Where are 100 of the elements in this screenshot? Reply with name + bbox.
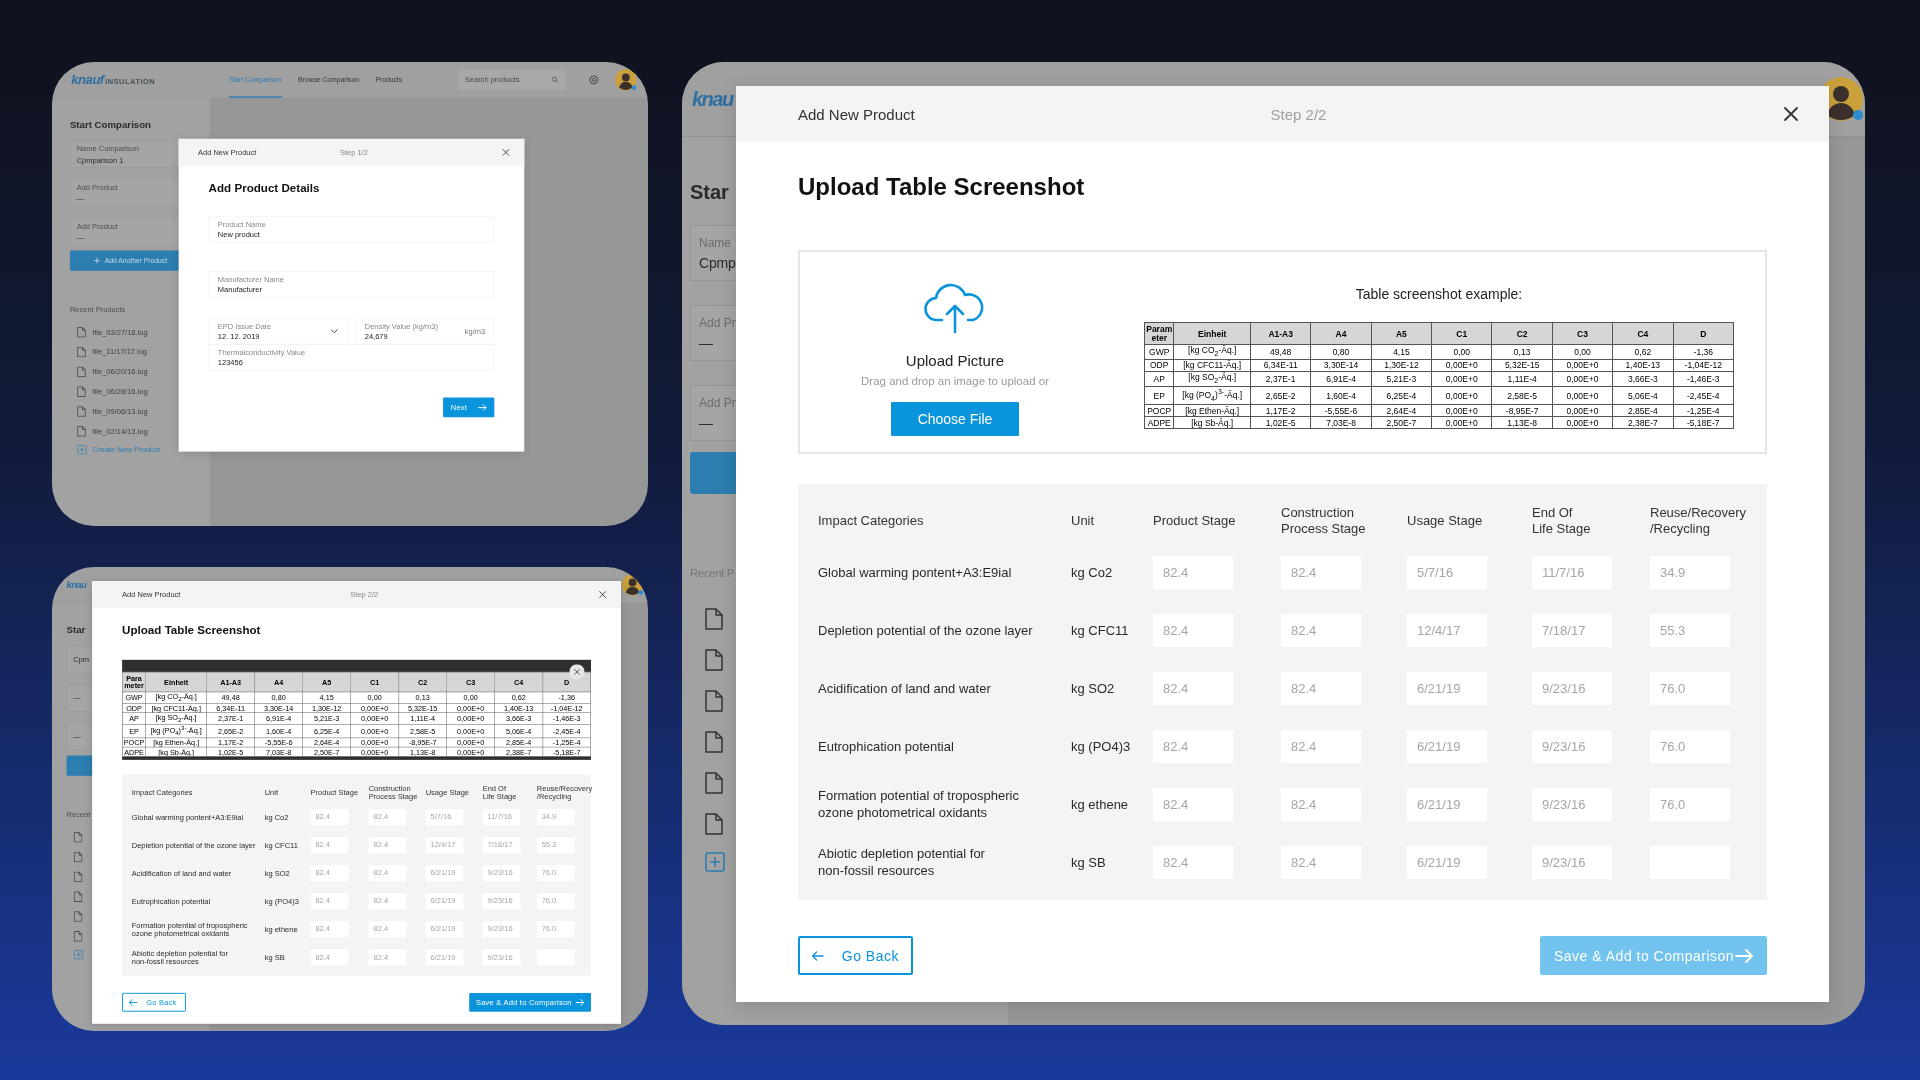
value-field[interactable]: 11/7/16 xyxy=(1532,555,1612,589)
value-field[interactable]: 6/21/19 xyxy=(1407,729,1487,763)
value-field[interactable]: 12/4/17 xyxy=(1407,613,1487,647)
value-field[interactable]: 6/21/19 xyxy=(1407,787,1487,821)
table-cell: kg CFC11 xyxy=(1071,621,1129,639)
column-header: Impact Categories xyxy=(818,512,924,529)
value-field[interactable]: 6/21/19 xyxy=(1407,671,1487,705)
table-cell: 1,13E-8 xyxy=(1491,416,1553,429)
value-field[interactable]: 76.0 xyxy=(1650,729,1730,763)
field-value: — xyxy=(699,414,713,431)
value-field[interactable]: 82.4 xyxy=(1281,555,1361,589)
table-cell: 1,40E-13 xyxy=(1612,359,1674,372)
avatar-icon[interactable] xyxy=(620,573,645,597)
table-cell: 1,17E-2 xyxy=(1250,404,1311,417)
value-field[interactable]: 82.4 xyxy=(1281,729,1361,763)
value-field[interactable]: 82.4 xyxy=(1153,787,1233,821)
table-cell: 2,85E-4 xyxy=(1612,404,1674,417)
back-button[interactable]: Go Back xyxy=(798,936,913,975)
value-field[interactable]: 82.4 xyxy=(1153,555,1233,589)
file-icon[interactable] xyxy=(705,648,723,671)
table-cell: EP xyxy=(1144,386,1174,405)
value-field[interactable]: 82.4 xyxy=(1281,671,1361,705)
table-cell: 0,80 xyxy=(1310,344,1372,360)
file-icon[interactable] xyxy=(705,689,723,712)
value-field[interactable]: 9/23/16 xyxy=(1532,845,1612,879)
value-field[interactable]: 34.9 xyxy=(1650,555,1730,589)
table-cell: AP xyxy=(1144,371,1174,387)
add-icon[interactable] xyxy=(705,852,725,872)
upload-hint: Drag and drop an image to upload or xyxy=(861,374,1049,388)
table-cell: -1,46E-3 xyxy=(1673,371,1734,387)
file-icon[interactable] xyxy=(705,730,723,753)
table-cell: 0,00E+0 xyxy=(1552,416,1613,429)
value-field[interactable]: 6/21/19 xyxy=(1407,845,1487,879)
table-cell: 1,30E-12 xyxy=(1371,359,1432,372)
value-field[interactable]: 9/23/16 xyxy=(1532,671,1612,705)
table-cell: 0,00E+0 xyxy=(1431,416,1492,429)
table-cell: Depletion potential of the ozone layer xyxy=(818,621,1033,639)
modal-heading: Upload Table Screenshot xyxy=(122,623,261,637)
table-cell: 6,91E-4 xyxy=(1310,371,1372,387)
table-cell: 2,50E-7 xyxy=(1371,416,1432,429)
value-field[interactable]: 82.4 xyxy=(1281,613,1361,647)
modal-title: Add New Product xyxy=(798,105,915,123)
table-cell: GWP xyxy=(1144,344,1174,360)
sidebar-title: Start Comparison xyxy=(69,119,151,131)
value-field[interactable]: 9/23/16 xyxy=(1532,787,1612,821)
close-icon[interactable] xyxy=(569,664,585,680)
table-cell: -2,45E-4 xyxy=(1673,386,1734,405)
value-field[interactable]: 76.0 xyxy=(1650,671,1730,705)
column-header: A1-A3 xyxy=(1250,322,1311,345)
table-cell: 2,65E-2 xyxy=(1250,386,1311,405)
file-icon[interactable] xyxy=(705,771,723,794)
value-field[interactable]: 82.4 xyxy=(1281,787,1361,821)
choose-file-button[interactable]: Choose File xyxy=(891,402,1019,436)
table-cell: 0,00E+0 xyxy=(1431,371,1492,387)
column-header: Reuse/Recovery /Recycling xyxy=(1650,504,1747,537)
column-header: C3 xyxy=(1552,322,1613,345)
table-cell: 0,00 xyxy=(1431,344,1492,360)
table-cell: -1,25E-4 xyxy=(1673,404,1734,417)
file-icon[interactable] xyxy=(705,812,723,835)
column-header: A4 xyxy=(1310,322,1372,345)
table-cell: Acidification of land and water xyxy=(818,679,991,697)
modal-heading: Add Product Details xyxy=(208,180,320,195)
value-field[interactable]: 55.3 xyxy=(1650,613,1730,647)
table-cell: 0,00E+0 xyxy=(1431,359,1492,372)
table-cell: kg SO2 xyxy=(1071,679,1115,697)
logo: knau xyxy=(692,87,733,110)
table-cell: 1,02E-5 xyxy=(1250,416,1311,429)
column-header: Construction Process Stage xyxy=(1281,504,1366,537)
table-cell: kg ethene xyxy=(1071,795,1129,813)
table-cell: 0,00E+0 xyxy=(1431,386,1492,405)
value-field[interactable]: 82.4 xyxy=(1153,671,1233,705)
avatar-icon[interactable] xyxy=(614,68,638,92)
value-field[interactable]: 82.4 xyxy=(1281,845,1361,879)
value-field[interactable]: 7/18/17 xyxy=(1532,613,1612,647)
table-cell: kg (PO4)3 xyxy=(1071,737,1131,755)
table-cell: 2,58E-5 xyxy=(1491,386,1553,405)
value-field[interactable]: 82.4 xyxy=(1153,845,1233,879)
table-cell: ODP xyxy=(1144,359,1174,372)
table-cell: -5,55E-6 xyxy=(1310,404,1372,417)
value-field[interactable]: 5/7/16 xyxy=(1407,555,1487,589)
column-header: C2 xyxy=(1491,322,1553,345)
value-field[interactable]: 76.0 xyxy=(1650,787,1730,821)
table-cell: 3,66E-3 xyxy=(1612,371,1674,387)
column-header: A5 xyxy=(1371,322,1432,345)
table-cell: -8,95E-7 xyxy=(1491,404,1553,417)
logo: knau xyxy=(66,579,87,590)
table-cell: kg SB xyxy=(1071,853,1106,871)
file-icon[interactable] xyxy=(705,607,723,630)
field-label: Add Pr xyxy=(699,395,736,410)
value-field[interactable]: 9/23/16 xyxy=(1532,729,1612,763)
table-cell: 0,00E+0 xyxy=(1431,404,1492,417)
value-field[interactable]: 82.4 xyxy=(1153,729,1233,763)
value-field[interactable]: 82.4 xyxy=(1153,613,1233,647)
sidebar-title: Star xyxy=(690,180,729,204)
close-icon[interactable] xyxy=(1783,106,1799,122)
upload-area[interactable] xyxy=(798,250,1767,454)
table-cell: 5,32E-15 xyxy=(1491,359,1553,372)
table-cell: Eutrophication potential xyxy=(818,737,954,755)
table-cell: [kg Ethen-Äq.] xyxy=(1173,404,1251,417)
column-header: Unit xyxy=(1071,512,1095,529)
